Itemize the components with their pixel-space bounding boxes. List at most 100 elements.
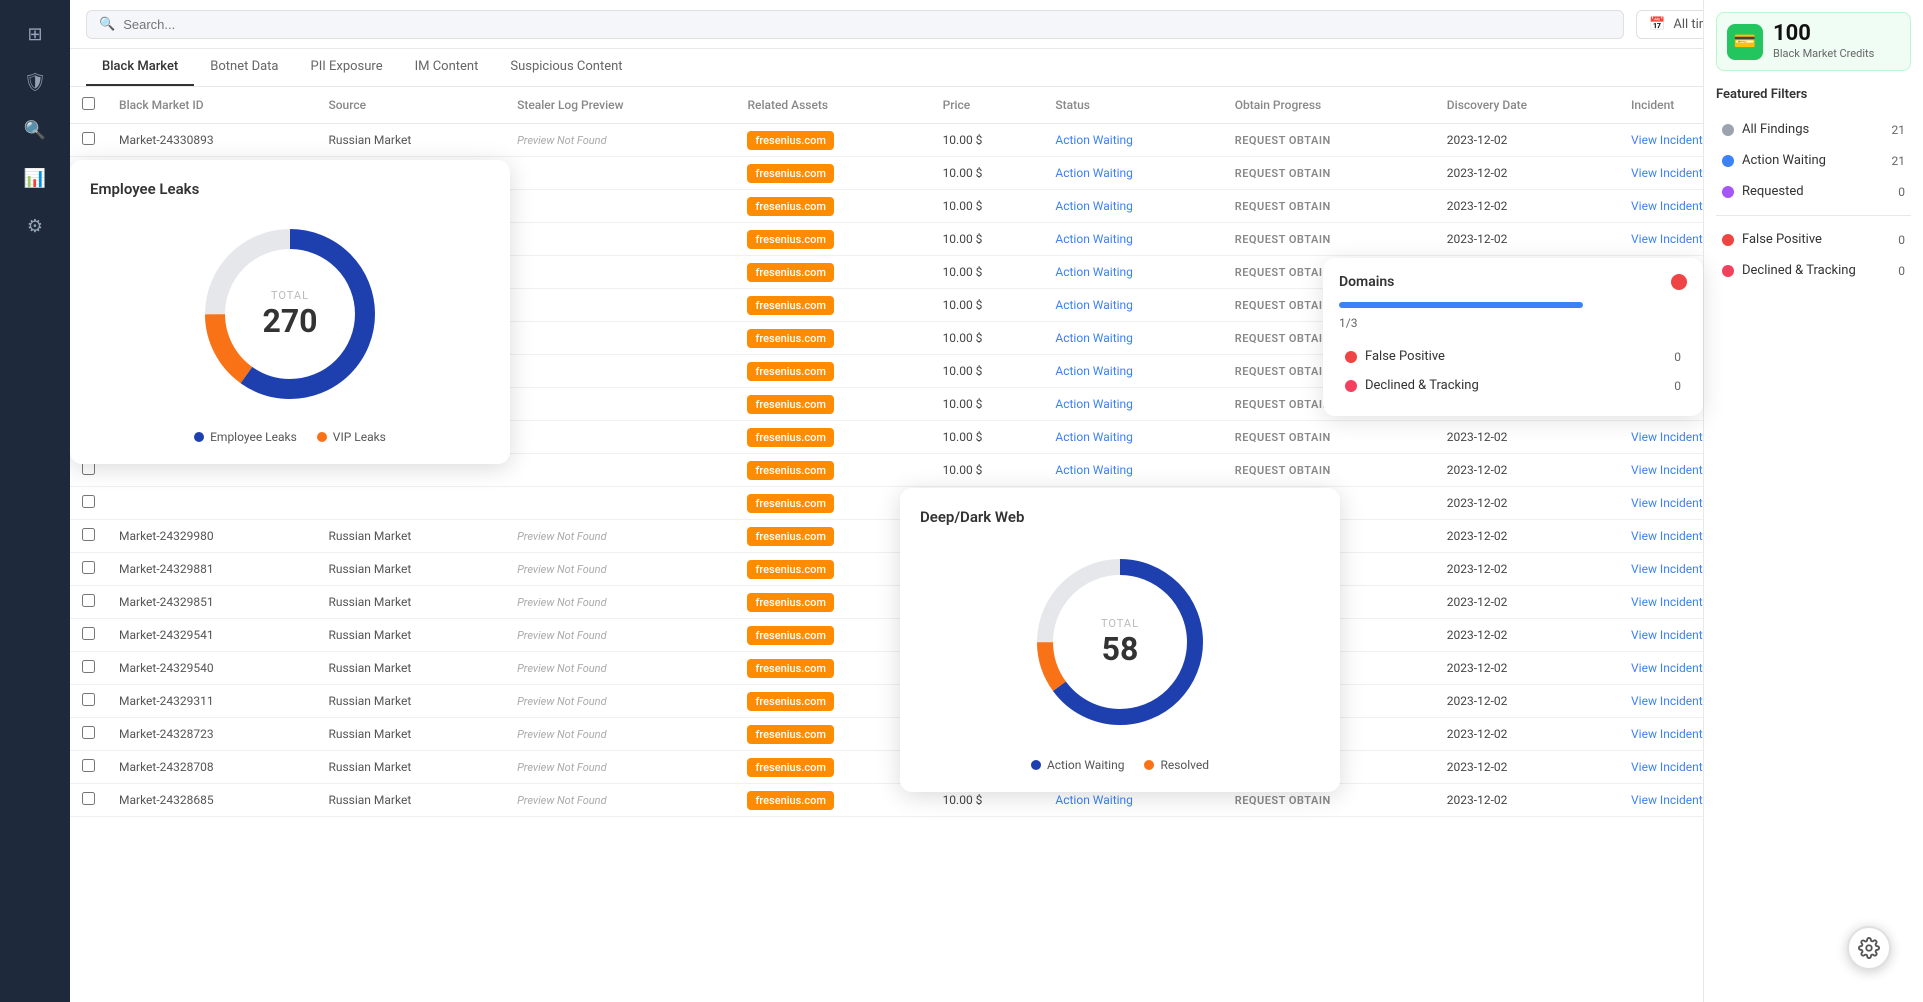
cell-preview: Preview Not Found (505, 586, 735, 619)
search-input[interactable] (123, 17, 1611, 32)
filter-declined-tracking[interactable]: Declined & Tracking 0 (1716, 255, 1911, 286)
employee-leaks-legend: Employee Leaks VIP Leaks (90, 430, 490, 444)
cell-source: Russian Market (316, 652, 505, 685)
tab-botnet-data[interactable]: Botnet Data (194, 49, 294, 86)
select-all-checkbox[interactable] (82, 97, 95, 110)
filter-dot-requested (1722, 186, 1734, 198)
deep-web-donut: TOTAL 58 (920, 542, 1320, 742)
cell-obtain[interactable]: REQUEST OBTAIN (1223, 223, 1435, 256)
domains-dot-fp (1345, 351, 1357, 363)
credits-box: 💳 100 Black Market Credits (1716, 12, 1911, 71)
row-checkbox[interactable] (82, 528, 95, 541)
cell-asset[interactable]: fresenius.com (735, 322, 930, 355)
domains-progress-bar (1339, 302, 1583, 308)
cell-asset[interactable]: fresenius.com (735, 784, 930, 817)
domains-count-fp: 0 (1674, 350, 1681, 364)
nav-shield-icon[interactable]: 🛡 (17, 64, 53, 100)
domains-filter-fp[interactable]: False Positive 0 (1339, 342, 1687, 371)
cell-preview: Preview Not Found (505, 685, 735, 718)
search-box[interactable]: 🔍 (86, 10, 1624, 39)
filter-false-positive[interactable]: False Positive 0 (1716, 224, 1911, 255)
row-checkbox[interactable] (82, 627, 95, 640)
row-checkbox[interactable] (82, 660, 95, 673)
credits-label: Black Market Credits (1773, 47, 1874, 60)
cell-asset[interactable]: fresenius.com (735, 124, 930, 157)
nav-chart-icon[interactable]: 📊 (17, 160, 53, 196)
cell-source: Russian Market (316, 784, 505, 817)
row-checkbox[interactable] (82, 495, 95, 508)
filter-dot-fp (1722, 234, 1734, 246)
cell-asset[interactable]: fresenius.com (735, 454, 930, 487)
cell-asset[interactable]: fresenius.com (735, 157, 930, 190)
cell-date: 2023-12-02 (1435, 619, 1619, 652)
cell-asset[interactable]: fresenius.com (735, 355, 930, 388)
nav-home-icon[interactable]: ⊞ (17, 16, 53, 52)
cell-date: 2023-12-02 (1435, 157, 1619, 190)
tab-im-content[interactable]: IM Content (399, 49, 495, 86)
legend-label-action: Action Waiting (1047, 758, 1125, 772)
cell-status: Action Waiting (1043, 124, 1222, 157)
domains-close-button[interactable] (1671, 274, 1687, 290)
row-checkbox[interactable] (82, 759, 95, 772)
cell-preview (505, 454, 735, 487)
deep-web-title: Deep/Dark Web (920, 508, 1320, 526)
tabs: Black Market Botnet Data PII Exposure IM… (70, 49, 1923, 87)
cell-asset[interactable]: fresenius.com (735, 223, 930, 256)
row-checkbox[interactable] (82, 792, 95, 805)
cell-obtain[interactable]: REQUEST OBTAIN (1223, 454, 1435, 487)
tab-suspicious-content[interactable]: Suspicious Content (494, 49, 638, 86)
cell-obtain[interactable]: REQUEST OBTAIN (1223, 190, 1435, 223)
settings-fab[interactable] (1847, 926, 1891, 970)
cell-preview (505, 388, 735, 421)
cell-asset[interactable]: fresenius.com (735, 256, 930, 289)
row-checkbox[interactable] (82, 561, 95, 574)
cell-asset[interactable]: fresenius.com (735, 388, 930, 421)
featured-filters-title: Featured Filters (1716, 87, 1911, 102)
cell-obtain[interactable]: REQUEST OBTAIN (1223, 421, 1435, 454)
cell-price: 10.00 $ (931, 355, 1044, 388)
domains-label-fp: False Positive (1365, 349, 1445, 364)
cell-preview (505, 421, 735, 454)
filter-action-waiting[interactable]: Action Waiting 21 (1716, 145, 1911, 176)
cell-asset[interactable]: fresenius.com (735, 190, 930, 223)
domains-filter-declined[interactable]: Declined & Tracking 0 (1339, 371, 1687, 400)
cell-status: Action Waiting (1043, 223, 1222, 256)
credits-number: 100 (1773, 23, 1874, 45)
tab-black-market[interactable]: Black Market (86, 49, 194, 86)
row-checkbox[interactable] (82, 132, 95, 145)
cell-date: 2023-12-02 (1435, 652, 1619, 685)
filter-label-all: All Findings (1742, 122, 1809, 137)
employee-leaks-donut: TOTAL 270 (90, 214, 490, 414)
cell-asset[interactable]: fresenius.com (735, 289, 930, 322)
row-checkbox[interactable] (82, 726, 95, 739)
cell-source: Russian Market (316, 520, 505, 553)
cell-source: Russian Market (316, 751, 505, 784)
filter-count-all: 21 (1892, 123, 1906, 137)
cell-obtain[interactable]: REQUEST OBTAIN (1223, 157, 1435, 190)
table-row: Market-24330893 Russian Market Preview N… (70, 124, 1923, 157)
row-checkbox[interactable] (82, 693, 95, 706)
nav-settings-icon[interactable]: ⚙ (17, 208, 53, 244)
filter-requested[interactable]: Requested 0 (1716, 176, 1911, 207)
row-checkbox[interactable] (82, 594, 95, 607)
filter-all-findings[interactable]: All Findings 21 (1716, 114, 1911, 145)
legend-dot-resolved (1144, 760, 1154, 770)
nav-search-icon[interactable]: 🔍 (17, 112, 53, 148)
domains-title: Domains (1339, 274, 1394, 290)
cell-status: Action Waiting (1043, 256, 1222, 289)
cell-date: 2023-12-02 (1435, 586, 1619, 619)
employee-leaks-card: Employee Leaks TOTAL 270 Employee Leaks … (70, 160, 510, 464)
cell-asset[interactable]: fresenius.com (735, 421, 930, 454)
col-obtain: Obtain Progress (1223, 87, 1435, 124)
cell-obtain[interactable]: REQUEST OBTAIN (1223, 124, 1435, 157)
cell-status: Action Waiting (1043, 388, 1222, 421)
domains-label-declined: Declined & Tracking (1365, 378, 1479, 393)
col-status: Status (1043, 87, 1222, 124)
tab-pii-exposure[interactable]: PII Exposure (295, 49, 399, 86)
col-source: Source (316, 87, 505, 124)
cell-date: 2023-12-02 (1435, 784, 1619, 817)
cell-status: Action Waiting (1043, 454, 1222, 487)
cell-preview: Preview Not Found (505, 124, 735, 157)
cell-id: Market-24328723 (107, 718, 316, 751)
col-stealer-log: Stealer Log Preview (505, 87, 735, 124)
